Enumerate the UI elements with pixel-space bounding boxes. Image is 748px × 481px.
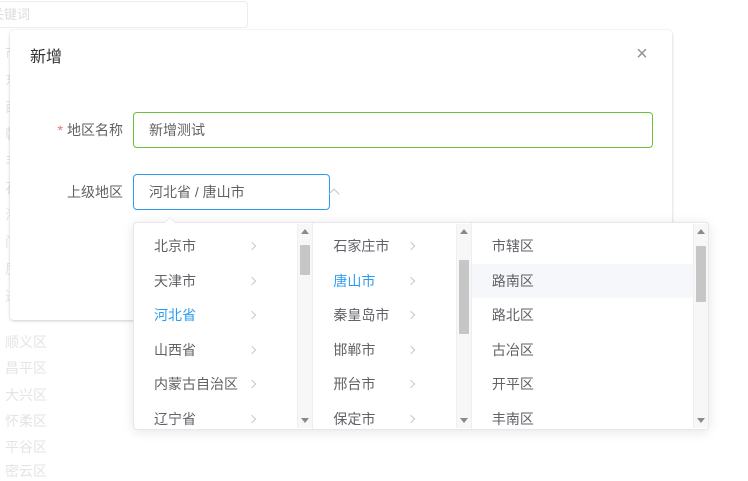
- cascader-option[interactable]: 秦皇岛市: [313, 298, 455, 333]
- cascader-option[interactable]: 北京市: [134, 229, 297, 264]
- parent-region-input[interactable]: [134, 175, 330, 209]
- scroll-thumb[interactable]: [300, 245, 310, 275]
- scroll-down-button[interactable]: [298, 413, 312, 428]
- cascader-option[interactable]: 路南区: [472, 264, 693, 299]
- background-region-item: 大兴区: [5, 385, 47, 405]
- close-icon[interactable]: ×: [630, 42, 654, 66]
- cascader-column-provinces: 北京市 天津市 河北省 山西省 内蒙古自治区 辽宁省: [134, 223, 313, 429]
- scroll-up-button[interactable]: [694, 224, 708, 239]
- cascader-option[interactable]: 河北省: [134, 298, 297, 333]
- background-region-item: 昌平区: [5, 358, 47, 378]
- cascader-option[interactable]: 辽宁省: [134, 402, 297, 430]
- cascader-option[interactable]: 路北区: [472, 298, 693, 333]
- scrollbar[interactable]: [456, 224, 471, 428]
- background-region-item: 密云区: [5, 461, 47, 481]
- scroll-thumb[interactable]: [696, 246, 706, 302]
- parent-region-label: 上级地区: [10, 174, 123, 210]
- cascader-option[interactable]: 古冶区: [472, 333, 693, 368]
- scrollbar[interactable]: [693, 224, 708, 428]
- cascader-option[interactable]: 市辖区: [472, 229, 693, 264]
- scrollbar[interactable]: [297, 224, 312, 428]
- scroll-up-button[interactable]: [457, 224, 471, 239]
- background-region-item: 怀柔区: [5, 411, 47, 431]
- cascader-column-districts: 市辖区 路南区 路北区 古冶区 开平区 丰南区: [472, 223, 708, 429]
- cascader-option[interactable]: 丰南区: [472, 402, 693, 430]
- cascader-option[interactable]: 山西省: [134, 333, 297, 368]
- scroll-thumb[interactable]: [459, 260, 469, 334]
- parent-region-cascader[interactable]: [133, 174, 330, 210]
- keyword-search-box: [0, 1, 248, 28]
- cascader-dropdown: 北京市 天津市 河北省 山西省 内蒙古自治区 辽宁省: [133, 222, 709, 430]
- cascader-option[interactable]: 石家庄市: [313, 229, 455, 264]
- cascader-option[interactable]: 邯郸市: [313, 333, 455, 368]
- chevron-up-icon: [328, 188, 339, 199]
- dialog-title: 新增: [30, 46, 62, 70]
- scroll-down-button[interactable]: [694, 413, 708, 428]
- background-region-item: 顺义区: [5, 332, 47, 352]
- required-asterisk: *: [58, 122, 63, 138]
- cascader-option[interactable]: 天津市: [134, 264, 297, 299]
- cascader-option[interactable]: 保定市: [313, 402, 455, 430]
- region-name-label: *地区名称: [10, 112, 123, 148]
- cascader-column-cities: 石家庄市 唐山市 秦皇岛市 邯郸市 邢台市 保定市: [313, 223, 471, 429]
- cascader-option[interactable]: 开平区: [472, 367, 693, 402]
- background-region-item: 平谷区: [5, 437, 47, 457]
- cascader-option[interactable]: 唐山市: [313, 264, 455, 299]
- scroll-up-button[interactable]: [298, 224, 312, 239]
- region-name-input[interactable]: [134, 113, 652, 147]
- keyword-search-input[interactable]: [0, 2, 247, 27]
- scroll-down-button[interactable]: [457, 413, 471, 428]
- cascader-option[interactable]: 内蒙古自治区: [134, 367, 297, 402]
- region-name-field: [133, 112, 653, 148]
- cascader-option[interactable]: 邢台市: [313, 367, 455, 402]
